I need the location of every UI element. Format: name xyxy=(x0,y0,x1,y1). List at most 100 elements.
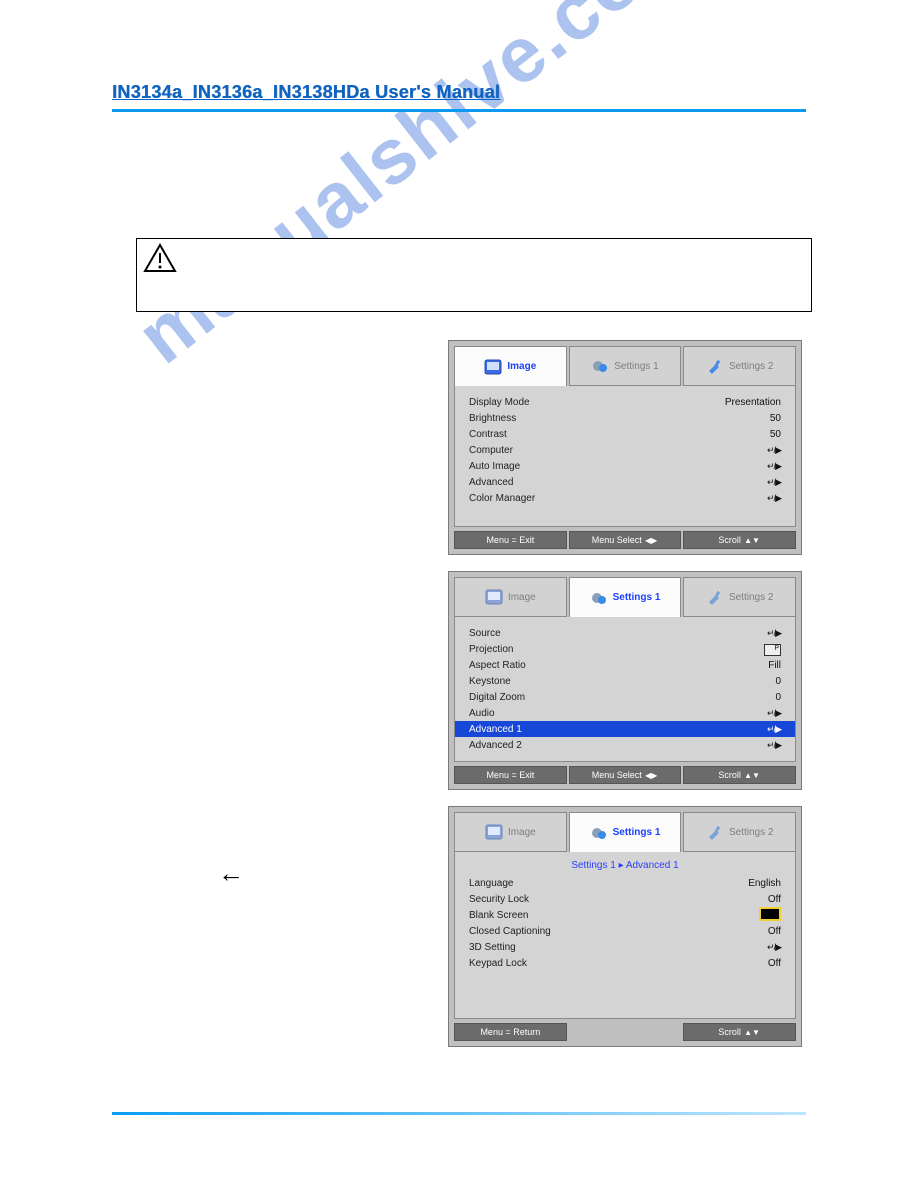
footer-rule xyxy=(112,1112,806,1115)
tab-settings2[interactable]: Settings 2 xyxy=(683,577,796,617)
image-icon xyxy=(485,589,503,605)
osd-panel: Settings 1 ▸ Advanced 1 LanguageEnglish … xyxy=(454,852,796,1019)
row-value: P xyxy=(764,642,781,656)
row-label: Color Manager xyxy=(469,493,535,504)
footer-scroll[interactable]: Scroll ▲▼ xyxy=(683,766,796,784)
menu-row: Security LockOff xyxy=(465,891,785,907)
menu-row: Closed CaptioningOff xyxy=(465,923,785,939)
row-label: Language xyxy=(469,878,514,889)
row-label: Computer xyxy=(469,445,513,456)
footer-menu-return[interactable]: Menu = Return xyxy=(454,1023,567,1041)
row-label: Auto Image xyxy=(469,461,520,472)
row-label: Advanced 1 xyxy=(469,724,522,735)
row-value: Fill xyxy=(768,660,781,671)
tools-icon xyxy=(706,824,724,840)
row-label: Advanced 2 xyxy=(469,740,522,751)
tab-settings1-label: Settings 1 xyxy=(613,592,661,603)
tab-settings1[interactable]: Settings 1 xyxy=(569,577,682,617)
row-value: 50 xyxy=(770,413,781,424)
menu-row: Computer ↵/▶ xyxy=(465,442,785,458)
tab-image-label: Image xyxy=(507,361,536,372)
row-label: Projection xyxy=(469,644,513,655)
row-label: Digital Zoom xyxy=(469,692,525,703)
footer-menu-exit[interactable]: Menu = Exit xyxy=(454,766,567,784)
row-value: ↵/▶ xyxy=(767,740,781,751)
footer-menu-exit[interactable]: Menu = Exit xyxy=(454,531,567,549)
tab-settings1[interactable]: Settings 1 xyxy=(569,812,682,852)
row-label: Blank Screen xyxy=(469,910,528,921)
row-value: ↵/▶ xyxy=(767,708,781,719)
tab-settings2[interactable]: Settings 2 xyxy=(683,812,796,852)
row-value xyxy=(759,907,781,924)
tab-image-label: Image xyxy=(508,827,536,838)
menu-row: Keypad LockOff xyxy=(465,955,785,971)
footer-menu-select[interactable]: Menu Select ◀▶ xyxy=(569,531,682,549)
menu-row: Display Mode Presentation xyxy=(465,394,785,410)
row-label: Contrast xyxy=(469,429,507,440)
row-value: ↵/▶ xyxy=(767,628,781,639)
gear-icon xyxy=(590,590,608,606)
menu-row: Auto Image ↵/▶ xyxy=(465,458,785,474)
document-title: IN3134a_IN3136a_IN3138HDa User's Manual xyxy=(112,82,500,102)
menu-row: Aspect Ratio Fill xyxy=(465,657,785,673)
row-value: ↵/▶ xyxy=(767,445,781,456)
row-value: Presentation xyxy=(725,397,781,408)
menu-row: Keystone0 xyxy=(465,673,785,689)
row-label: Closed Captioning xyxy=(469,926,551,937)
menu-row-selected[interactable]: Advanced 1 ↵/▶ xyxy=(455,721,795,737)
warning-box xyxy=(136,238,812,312)
footer-menu-select[interactable]: Menu Select ◀▶ xyxy=(569,766,682,784)
tab-image[interactable]: Image xyxy=(454,812,567,852)
tab-settings2-label: Settings 2 xyxy=(729,827,773,838)
menu-row: Source ↵/▶ xyxy=(465,625,785,641)
menu-row: 3D Setting ↵/▶ xyxy=(465,939,785,955)
row-value: 0 xyxy=(775,676,781,687)
footer-scroll[interactable]: Scroll ▲▼ xyxy=(683,531,796,549)
image-icon xyxy=(484,359,502,375)
menu-row: Advanced 2 ↵/▶ xyxy=(465,737,785,753)
menu-row: Projection P xyxy=(465,641,785,657)
menu-row: Audio ↵/▶ xyxy=(465,705,785,721)
row-label: 3D Setting xyxy=(469,942,516,953)
breadcrumb: Settings 1 ▸ Advanced 1 xyxy=(465,860,785,875)
menu-row: Color Manager ↵/▶ xyxy=(465,490,785,506)
row-value: 0 xyxy=(775,692,781,703)
tab-settings1[interactable]: Settings 1 xyxy=(569,346,682,386)
row-label: Security Lock xyxy=(469,894,529,905)
tools-icon xyxy=(706,358,724,374)
row-label: Audio xyxy=(469,708,495,719)
tab-image[interactable]: Image xyxy=(454,577,567,617)
tab-settings1-label: Settings 1 xyxy=(613,827,661,838)
projection-icon: P xyxy=(764,644,781,656)
row-label: Source xyxy=(469,628,501,639)
row-label: Display Mode xyxy=(469,397,530,408)
tab-settings2-label: Settings 2 xyxy=(729,361,773,372)
row-value: ↵/▶ xyxy=(767,724,781,735)
footer-scroll[interactable]: Scroll ▲▼ xyxy=(683,1023,796,1041)
row-label: Advanced xyxy=(469,477,513,488)
enter-arrow-icon: ← xyxy=(218,858,244,889)
gear-icon xyxy=(591,358,609,374)
menu-row: Language English xyxy=(465,875,785,891)
image-icon xyxy=(485,824,503,840)
row-label: Brightness xyxy=(469,413,516,424)
tab-settings1-label: Settings 1 xyxy=(614,361,658,372)
row-label: Aspect Ratio xyxy=(469,660,526,671)
menu-row: Brightness 50 xyxy=(465,410,785,426)
osd-screen-settings1: Image Settings 1 Settings 2 Source ↵/▶ xyxy=(448,571,802,790)
footer-spacer xyxy=(569,1023,682,1041)
row-value: Off xyxy=(768,958,781,969)
tools-icon xyxy=(706,589,724,605)
osd-panel: Display Mode Presentation Brightness 50 Co… xyxy=(454,386,796,527)
tab-image[interactable]: Image xyxy=(454,346,567,386)
osd-screen-image: Image Settings 1 Settings 2 Display Mode… xyxy=(448,340,802,555)
row-value: English xyxy=(748,878,781,889)
osd-panel: Source ↵/▶ Projection P Aspect Ratio Fill K… xyxy=(454,617,796,762)
tab-settings2[interactable]: Settings 2 xyxy=(683,346,796,386)
row-value: ↵/▶ xyxy=(767,461,781,472)
header-rule xyxy=(112,109,806,112)
row-value: ↵/▶ xyxy=(767,942,781,953)
row-value: ↵/▶ xyxy=(767,477,781,488)
row-value: ↵/▶ xyxy=(767,493,781,504)
gear-icon xyxy=(590,825,608,841)
